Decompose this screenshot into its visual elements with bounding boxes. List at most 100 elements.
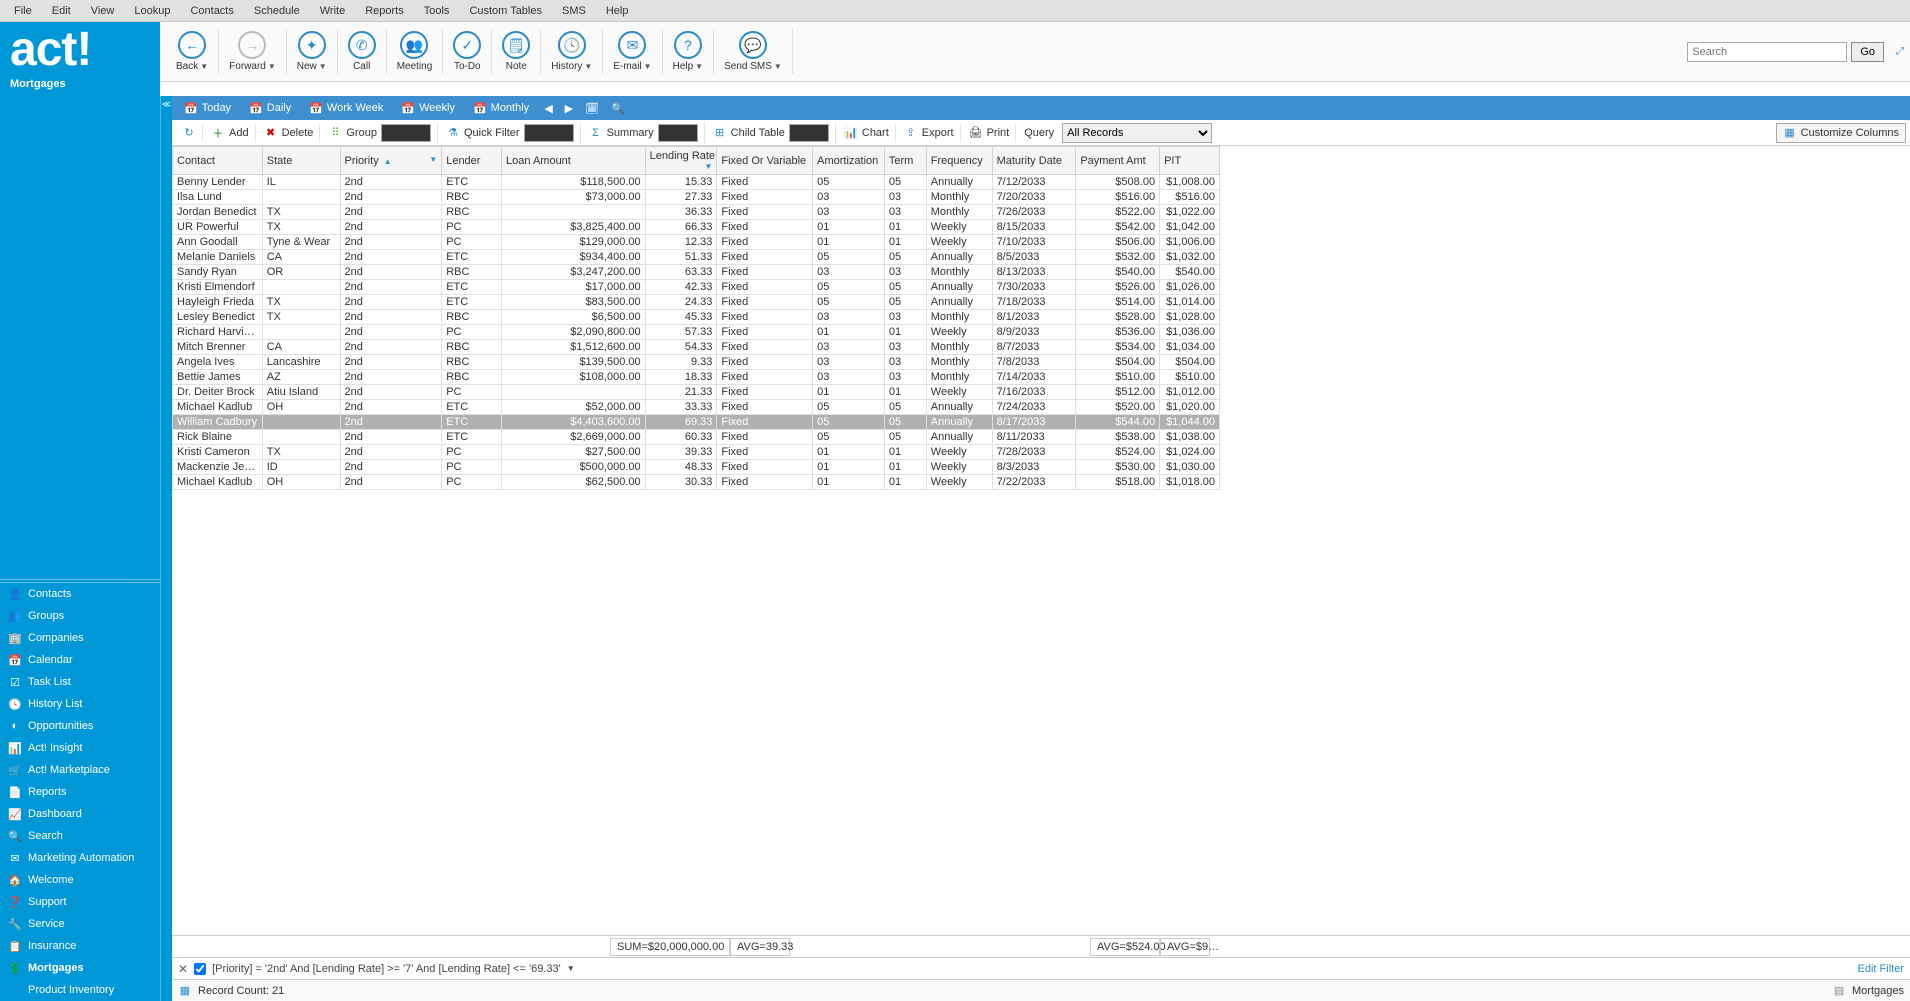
cell[interactable]: TX [262, 295, 340, 310]
cell[interactable]: 03 [813, 355, 885, 370]
menu-file[interactable]: File [4, 3, 42, 19]
table-row[interactable]: Jordan BenedictTX2ndRBC36.33Fixed0303Mon… [173, 205, 1220, 220]
cell[interactable]: Annually [926, 430, 992, 445]
clear-filter-icon[interactable]: ✕ [178, 962, 188, 976]
summary-input[interactable] [658, 124, 698, 142]
sidebar-item-reports[interactable]: 📄Reports [0, 781, 160, 803]
back-button[interactable]: ←Back▼ [166, 29, 219, 74]
cell[interactable]: 03 [813, 265, 885, 280]
cell[interactable]: 8/15/2033 [992, 220, 1076, 235]
cell[interactable]: $6,500.00 [502, 310, 646, 325]
cell[interactable]: 7/30/2033 [992, 280, 1076, 295]
cell[interactable]: Annually [926, 295, 992, 310]
query-select[interactable]: All Records [1062, 123, 1212, 143]
cell[interactable]: 03 [884, 370, 926, 385]
cell[interactable]: Michael Kadlub [173, 475, 263, 490]
cell[interactable]: PC [442, 475, 502, 490]
delete-button[interactable]: ✖Delete [258, 124, 321, 142]
cell[interactable]: 05 [813, 175, 885, 190]
filter-checkbox[interactable] [194, 963, 206, 975]
column-header-priority[interactable]: Priority ▲▼ [340, 147, 442, 175]
cell[interactable]: PC [442, 235, 502, 250]
cell[interactable]: Monthly [926, 205, 992, 220]
cell[interactable]: TX [262, 205, 340, 220]
cell[interactable]: 7/14/2033 [992, 370, 1076, 385]
cell[interactable]: PC [442, 220, 502, 235]
sidebar-item-groups[interactable]: 👥Groups [0, 605, 160, 627]
cell[interactable]: ETC [442, 400, 502, 415]
sidebar-item-search[interactable]: 🔍Search [0, 825, 160, 847]
column-header-term[interactable]: Term [884, 147, 926, 175]
cell[interactable]: Monthly [926, 370, 992, 385]
view-next-icon[interactable]: ▶ [560, 99, 578, 118]
cell[interactable]: 33.33 [645, 400, 717, 415]
cell[interactable]: 8/3/2033 [992, 460, 1076, 475]
cell[interactable]: $508.00 [1076, 175, 1160, 190]
cell[interactable]: ETC [442, 415, 502, 430]
cell[interactable]: 2nd [340, 190, 442, 205]
cell[interactable]: Lancashire [262, 355, 340, 370]
table-row[interactable]: Kristi Elmendorf2ndETC$17,000.0042.33Fix… [173, 280, 1220, 295]
cell[interactable]: $536.00 [1076, 325, 1160, 340]
cell[interactable]: 7/10/2033 [992, 235, 1076, 250]
sidebar-item-marketing-automation[interactable]: ✉Marketing Automation [0, 847, 160, 869]
menu-lookup[interactable]: Lookup [124, 3, 180, 19]
cell[interactable]: Melanie Daniels [173, 250, 263, 265]
meeting-button[interactable]: 👥Meeting [387, 29, 444, 74]
cell[interactable]: 2nd [340, 175, 442, 190]
cell[interactable] [262, 430, 340, 445]
cell[interactable]: Ilsa Lund [173, 190, 263, 205]
column-header-loan-amount[interactable]: Loan Amount [502, 147, 646, 175]
sidebar-item-service[interactable]: 🔧Service [0, 913, 160, 935]
note-button[interactable]: 🗒Note [492, 29, 541, 74]
cell[interactable]: RBC [442, 355, 502, 370]
cell[interactable]: CA [262, 250, 340, 265]
view-today[interactable]: 📅Today [176, 99, 239, 118]
cell[interactable]: 42.33 [645, 280, 717, 295]
cell[interactable]: $2,669,000.00 [502, 430, 646, 445]
column-header-lender[interactable]: Lender [442, 147, 502, 175]
table-row[interactable]: Lesley BenedictTX2ndRBC$6,500.0045.33Fix… [173, 310, 1220, 325]
cell[interactable]: 24.33 [645, 295, 717, 310]
cell[interactable]: $512.00 [1076, 385, 1160, 400]
cell[interactable]: Monthly [926, 355, 992, 370]
refresh-button[interactable]: ↻ [176, 124, 203, 142]
cell[interactable]: 2nd [340, 355, 442, 370]
cell[interactable]: Benny Lender [173, 175, 263, 190]
cell[interactable]: $504.00 [1160, 355, 1220, 370]
cell[interactable]: Weekly [926, 475, 992, 490]
view-date-picker-icon[interactable]: 🗓 [580, 99, 604, 118]
child-table-button[interactable]: ⊞Child Table [707, 122, 836, 144]
sidebar-item-act-insight[interactable]: 📊Act! Insight [0, 737, 160, 759]
quick-filter-input[interactable] [524, 124, 574, 142]
cell[interactable]: 9.33 [645, 355, 717, 370]
cell[interactable]: 30.33 [645, 475, 717, 490]
cell[interactable]: $73,000.00 [502, 190, 646, 205]
table-row[interactable]: Dr. Deiter BrockAtiu Island2ndPC21.33Fix… [173, 385, 1220, 400]
table-row[interactable]: Michael KadlubOH2ndETC$52,000.0033.33Fix… [173, 400, 1220, 415]
cell[interactable]: Fixed [717, 430, 813, 445]
menu-help[interactable]: Help [596, 3, 639, 19]
cell[interactable]: Fixed [717, 400, 813, 415]
sidebar-item-act-marketplace[interactable]: 🛒Act! Marketplace [0, 759, 160, 781]
cell[interactable]: 8/9/2033 [992, 325, 1076, 340]
cell[interactable]: 8/7/2033 [992, 340, 1076, 355]
collapse-toolbar-icon[interactable]: ⤢ [1896, 46, 1904, 57]
cell[interactable]: ID [262, 460, 340, 475]
cell[interactable]: 05 [813, 400, 885, 415]
cell[interactable]: $129,000.00 [502, 235, 646, 250]
cell[interactable]: $540.00 [1160, 265, 1220, 280]
cell[interactable]: $118,500.00 [502, 175, 646, 190]
cell[interactable]: PC [442, 460, 502, 475]
menu-schedule[interactable]: Schedule [244, 3, 310, 19]
grid-area[interactable]: ContactStatePriority ▲▼LenderLoan Amount… [172, 146, 1910, 935]
cell[interactable]: Weekly [926, 220, 992, 235]
cell[interactable]: $1,512,600.00 [502, 340, 646, 355]
table-row[interactable]: Melanie DanielsCA2ndETC$934,400.0051.33F… [173, 250, 1220, 265]
cell[interactable]: 2nd [340, 400, 442, 415]
cell[interactable]: 27.33 [645, 190, 717, 205]
go-button[interactable]: Go [1851, 42, 1884, 62]
cell[interactable]: ETC [442, 280, 502, 295]
cell[interactable]: Annually [926, 400, 992, 415]
cell[interactable]: $1,042.00 [1160, 220, 1220, 235]
